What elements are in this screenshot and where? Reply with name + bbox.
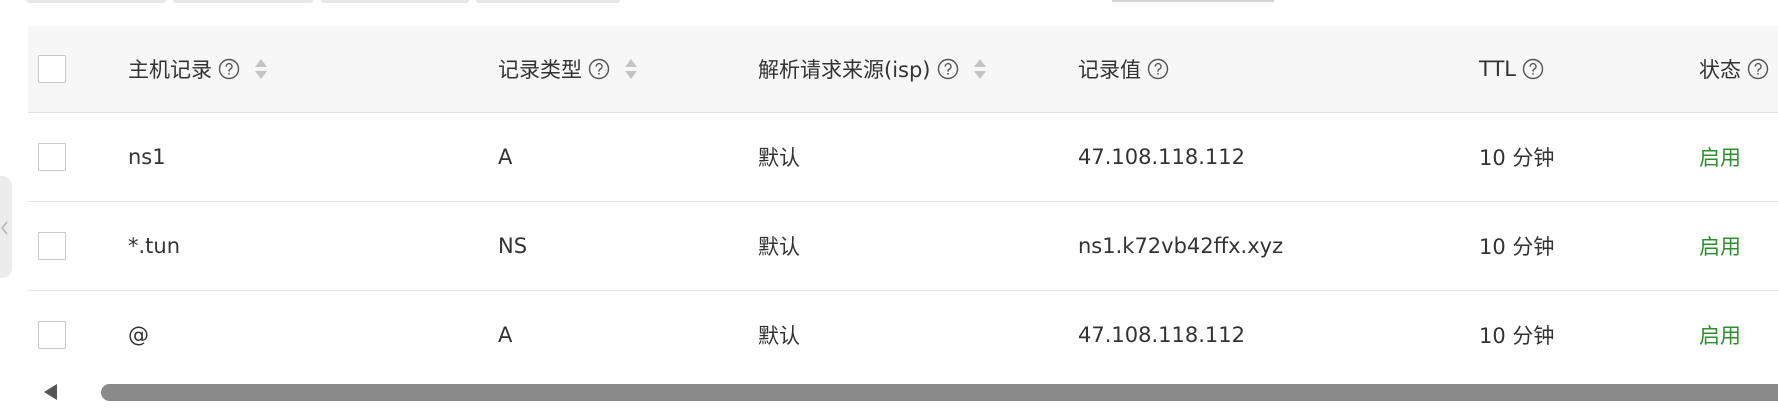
status-cell: 启用: [1699, 146, 1741, 170]
type-cell: A: [498, 323, 513, 347]
row-select-cell: [38, 202, 66, 290]
top-tab-1[interactable]: [26, 0, 166, 3]
top-search-input[interactable]: [1112, 0, 1274, 2]
sidebar-collapse-handle[interactable]: [0, 176, 12, 278]
row-checkbox[interactable]: [38, 143, 66, 171]
scrollbar-thumb[interactable]: [101, 384, 1778, 401]
isp-cell: 默认: [758, 235, 800, 259]
column-label: TTL: [1479, 57, 1516, 81]
column-header-host[interactable]: 主机记录: [128, 26, 268, 112]
select-all-checkbox[interactable]: [38, 55, 66, 83]
question-circle-icon[interactable]: [218, 58, 240, 80]
ttl-cell: 10 分钟: [1479, 235, 1555, 259]
status-cell: 启用: [1699, 324, 1741, 348]
isp-cell: 默认: [758, 146, 800, 170]
row-select-cell: [38, 291, 66, 379]
column-header-ttl: TTL: [1479, 26, 1544, 112]
scroll-left-arrow-icon[interactable]: [44, 384, 57, 400]
row-select-cell: [38, 113, 66, 201]
value-cell: 47.108.118.112: [1078, 145, 1245, 169]
column-header-type[interactable]: 记录类型: [498, 26, 638, 112]
question-circle-icon[interactable]: [937, 58, 959, 80]
type-cell: A: [498, 145, 513, 169]
column-label: 状态: [1699, 58, 1741, 82]
isp-cell: 默认: [758, 324, 800, 348]
column-header-status: 状态: [1699, 26, 1769, 112]
sort-icon[interactable]: [254, 57, 268, 81]
column-label: 记录值: [1078, 58, 1141, 82]
column-header-isp[interactable]: 解析请求来源(isp): [758, 26, 987, 112]
sort-icon[interactable]: [973, 57, 987, 81]
column-label: 主机记录: [128, 58, 212, 82]
value-cell: 47.108.118.112: [1078, 323, 1245, 347]
dns-records-table: 主机记录 记录类型 解析请求来源(isp) 记录值 TTL 状态 ns1 A 默…: [28, 26, 1778, 380]
type-cell: NS: [498, 234, 528, 258]
table-row: *.tun NS 默认 ns1.k72vb42ffx.xyz 10 分钟 启用: [28, 202, 1778, 291]
sort-icon[interactable]: [624, 57, 638, 81]
ttl-cell: 10 分钟: [1479, 324, 1555, 348]
table-header: 主机记录 记录类型 解析请求来源(isp) 记录值 TTL 状态: [28, 26, 1778, 113]
host-cell: *.tun: [128, 234, 181, 258]
table-row: @ A 默认 47.108.118.112 10 分钟 启用: [28, 291, 1778, 380]
top-tab-2[interactable]: [173, 0, 313, 3]
question-circle-icon[interactable]: [588, 58, 610, 80]
top-tab-4[interactable]: [476, 0, 620, 3]
table-row: ns1 A 默认 47.108.118.112 10 分钟 启用: [28, 113, 1778, 202]
horizontal-scrollbar[interactable]: [28, 375, 1778, 409]
value-cell: ns1.k72vb42ffx.xyz: [1078, 234, 1284, 258]
column-label: 解析请求来源(isp): [758, 58, 931, 82]
ttl-cell: 10 分钟: [1479, 146, 1555, 170]
question-circle-icon[interactable]: [1522, 58, 1544, 80]
chevron-left-icon: [1, 221, 8, 235]
column-label: 记录类型: [498, 58, 582, 82]
select-all-cell: [38, 26, 66, 112]
column-header-value: 记录值: [1078, 26, 1169, 112]
top-tab-3[interactable]: [321, 0, 469, 3]
row-checkbox[interactable]: [38, 321, 66, 349]
host-cell: ns1: [128, 145, 166, 169]
question-circle-icon[interactable]: [1747, 58, 1769, 80]
host-cell: @: [128, 323, 149, 347]
status-cell: 启用: [1699, 235, 1741, 259]
row-checkbox[interactable]: [38, 232, 66, 260]
question-circle-icon[interactable]: [1147, 58, 1169, 80]
